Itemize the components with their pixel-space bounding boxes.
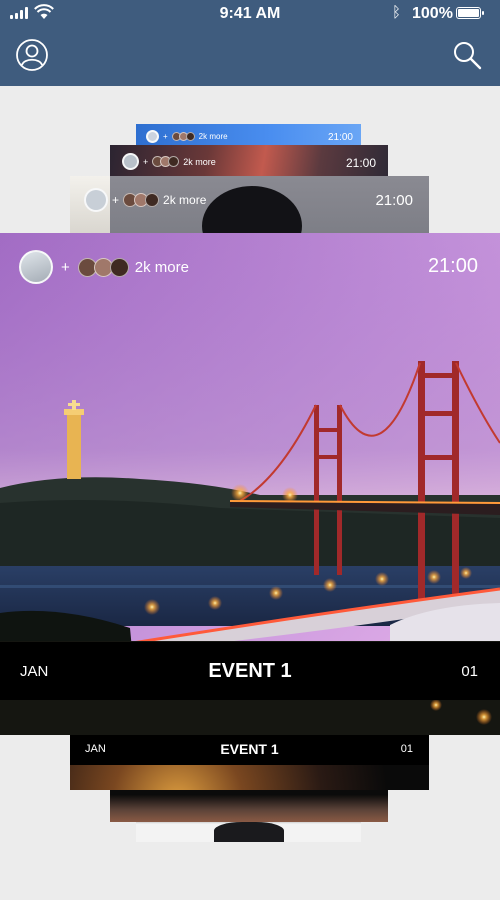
attendee-avatars — [171, 132, 195, 141]
event-number: 01 — [400, 743, 413, 755]
profile-button[interactable] — [15, 38, 49, 72]
app-header: 9:41 AM ᛒ 100% — [0, 0, 500, 86]
attendees: + 2k more — [146, 130, 228, 143]
event-time: 21:00 — [327, 132, 353, 143]
event-time: 21:00 — [375, 192, 413, 209]
battery-icon — [456, 7, 484, 19]
event-info-bar: JAN EVENT 1 01 — [0, 642, 500, 700]
event-number: 01 — [461, 662, 478, 680]
host-avatar — [19, 250, 53, 284]
status-bar: 9:41 AM ᛒ 100% — [0, 0, 500, 28]
event-card-main[interactable]: + 2k more 21:00 JAN EVENT 1 01 — [0, 233, 500, 735]
event-time: 21:00 — [427, 255, 478, 277]
event-info-bar: JAN EVENT 1 01 — [70, 733, 429, 765]
search-button[interactable] — [450, 38, 484, 72]
battery-fill — [458, 9, 479, 17]
event-card-stacked-front[interactable]: + 2k more 21:00 — [70, 176, 429, 234]
event-title: EVENT 1 — [220, 741, 279, 757]
attendees: + 2k more — [19, 250, 189, 284]
attendees: + 2k more — [84, 188, 206, 212]
host-avatar — [146, 130, 159, 143]
attendee-avatars — [123, 193, 160, 207]
host-avatar — [122, 153, 139, 170]
bluetooth-icon: ᛒ — [392, 4, 402, 21]
event-title: EVENT 1 — [208, 659, 292, 682]
attendees: + 2k more — [122, 153, 216, 170]
attendee-avatars — [77, 257, 129, 277]
attendee-avatars — [152, 156, 180, 167]
event-time: 21:00 — [345, 156, 376, 170]
battery-percent: 100% — [412, 5, 453, 22]
host-avatar — [84, 188, 108, 212]
